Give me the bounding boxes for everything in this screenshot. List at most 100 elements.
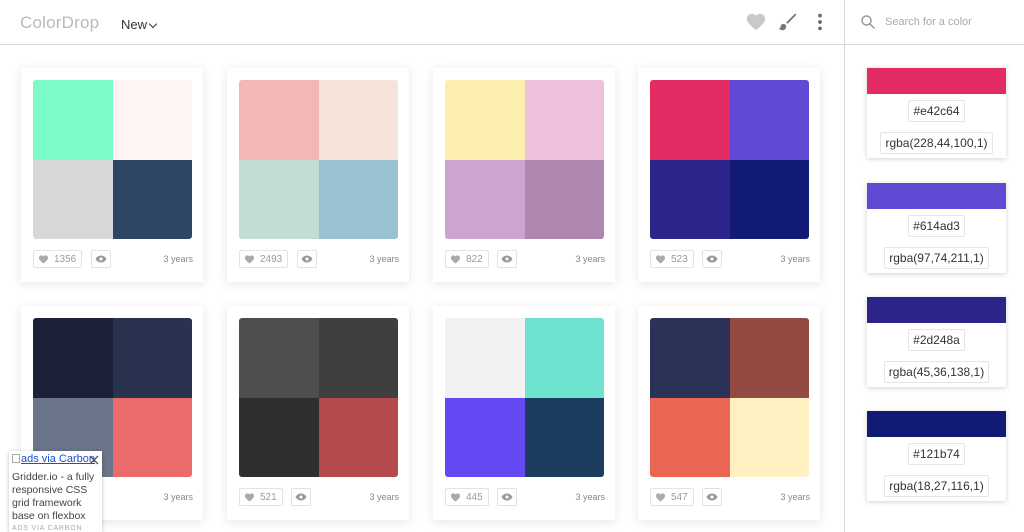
view-button[interactable] — [91, 250, 111, 268]
eye-icon — [706, 493, 718, 501]
palette-color[interactable] — [729, 318, 809, 398]
logo[interactable]: ColorDrop — [20, 13, 99, 33]
palette-card[interactable]: 445 3 years — [433, 306, 615, 520]
hex-value[interactable]: #e42c64 — [908, 100, 965, 122]
like-button[interactable]: 822 — [445, 250, 489, 268]
like-button[interactable]: 445 — [445, 488, 489, 506]
view-button[interactable] — [702, 488, 722, 506]
palette-color[interactable] — [729, 397, 809, 477]
search-input[interactable] — [885, 12, 1017, 32]
ad-text[interactable]: Gridder.io - a fully responsive CSS grid… — [12, 471, 100, 523]
like-button[interactable]: 547 — [650, 488, 694, 506]
like-button[interactable]: 523 — [650, 250, 694, 268]
like-count: 1356 — [54, 253, 77, 265]
card-footer: 1356 3 years — [33, 250, 193, 268]
palette-grid[interactable] — [445, 318, 604, 477]
view-button[interactable] — [297, 250, 317, 268]
view-button[interactable] — [497, 488, 517, 506]
top-header: ColorDrop New — [0, 0, 844, 45]
palette-color[interactable] — [445, 397, 525, 477]
palette-color[interactable] — [318, 80, 398, 160]
palette-color[interactable] — [33, 318, 113, 398]
card-footer: 2493 3 years — [239, 250, 399, 268]
swatch-color-bar — [867, 297, 1006, 323]
ad-via-label[interactable]: ADS VIA CARBON — [12, 525, 82, 532]
palette-color[interactable] — [112, 159, 192, 239]
palette-grid[interactable] — [33, 80, 192, 239]
view-button[interactable] — [291, 488, 311, 506]
rgba-value[interactable]: rgba(18,27,116,1) — [884, 475, 989, 497]
palette-color[interactable] — [318, 159, 398, 239]
palette-color[interactable] — [112, 318, 192, 398]
hex-value[interactable]: #2d248a — [908, 329, 965, 351]
like-button[interactable]: 1356 — [33, 250, 83, 268]
hex-value[interactable]: #121b74 — [908, 443, 965, 465]
heart-icon — [244, 254, 255, 264]
like-button[interactable]: 2493 — [239, 250, 289, 268]
palette-grid[interactable] — [239, 80, 398, 239]
palette-color[interactable] — [318, 397, 398, 477]
palette-age: 3 years — [163, 254, 193, 264]
palette-card[interactable]: 523 3 years — [638, 68, 820, 282]
more-vertical-icon[interactable] — [809, 11, 831, 33]
rgba-value[interactable]: rgba(45,36,138,1) — [883, 361, 990, 383]
eye-icon — [301, 255, 313, 263]
ad-image[interactable]: ads via Carbon — [12, 453, 95, 465]
palette-color[interactable] — [729, 80, 809, 160]
palette-color[interactable] — [33, 80, 113, 160]
sort-dropdown[interactable]: New — [121, 17, 158, 32]
view-button[interactable] — [497, 250, 517, 268]
palette-color[interactable] — [650, 159, 730, 239]
palette-card[interactable]: 1356 3 years — [21, 68, 203, 282]
palette-color[interactable] — [445, 318, 525, 398]
rgba-value[interactable]: rgba(97,74,211,1) — [884, 247, 989, 269]
palette-color[interactable] — [650, 80, 730, 160]
palette-color[interactable] — [112, 80, 192, 160]
palette-color[interactable] — [650, 397, 730, 477]
palette-grid[interactable] — [239, 318, 398, 477]
palette-card[interactable]: 2493 3 years — [227, 68, 409, 282]
rgba-value[interactable]: rgba(228,44,100,1) — [880, 132, 993, 154]
palette-color[interactable] — [445, 80, 525, 160]
palette-color[interactable] — [239, 159, 319, 239]
palette-card[interactable]: 822 3 years — [433, 68, 615, 282]
palette-card[interactable]: 547 3 years — [638, 306, 820, 520]
palette-color[interactable] — [239, 318, 319, 398]
palette-color[interactable] — [524, 397, 604, 477]
swatch-color-bar — [867, 411, 1006, 437]
palette-card[interactable]: 521 3 years — [227, 306, 409, 520]
palette-color[interactable] — [445, 159, 525, 239]
view-button[interactable] — [702, 250, 722, 268]
hex-value[interactable]: #614ad3 — [908, 215, 965, 237]
palette-age: 3 years — [575, 254, 605, 264]
palette-color[interactable] — [524, 159, 604, 239]
like-button[interactable]: 521 — [239, 488, 283, 506]
palette-grid[interactable] — [650, 80, 809, 239]
swatch-color-bar — [867, 183, 1006, 209]
palette-color[interactable] — [239, 397, 319, 477]
color-swatch: #614ad3 rgba(97,74,211,1) — [867, 183, 1006, 273]
palette-color[interactable] — [729, 159, 809, 239]
palette-color[interactable] — [112, 397, 192, 477]
palette-color[interactable] — [524, 80, 604, 160]
palette-grid[interactable] — [650, 318, 809, 477]
palette-color[interactable] — [318, 318, 398, 398]
palette-color[interactable] — [524, 318, 604, 398]
search-icon — [861, 15, 875, 29]
like-count: 822 — [466, 253, 483, 265]
palette-grid[interactable] — [445, 80, 604, 239]
heart-icon — [450, 254, 461, 264]
chevron-down-icon — [148, 19, 158, 29]
palette-color[interactable] — [239, 80, 319, 160]
card-footer: 521 3 years — [239, 488, 399, 506]
color-swatch: #121b74 rgba(18,27,116,1) — [867, 411, 1006, 501]
carbon-ad[interactable]: ads via Carbon Gridder.io - a fully resp… — [9, 451, 102, 532]
heart-icon[interactable] — [745, 11, 767, 33]
eye-icon — [501, 255, 513, 263]
paintbrush-icon[interactable] — [777, 11, 799, 33]
palette-age: 3 years — [780, 492, 810, 502]
palette-color[interactable] — [33, 159, 113, 239]
palette-age: 3 years — [780, 254, 810, 264]
close-icon[interactable] — [89, 455, 99, 465]
palette-color[interactable] — [650, 318, 730, 398]
